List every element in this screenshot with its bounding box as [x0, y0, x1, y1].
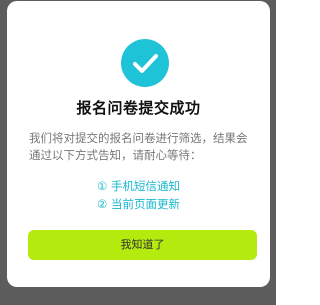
- notification-methods: ① 手机短信通知 ② 当前页面更新: [7, 177, 270, 213]
- check-circle-icon: [121, 39, 169, 87]
- confirm-button[interactable]: 我知道了: [28, 230, 257, 260]
- method-page-update: ② 当前页面更新: [97, 197, 180, 211]
- dialog-title: 报名问卷提交成功: [76, 99, 201, 117]
- dialog-description: 我们将对提交的报名问卷进行筛选，结果会通过以下方式告知，请耐心等待：: [29, 131, 248, 162]
- success-dialog: 报名问卷提交成功 我们将对提交的报名问卷进行筛选，结果会通过以下方式告知，请耐心…: [7, 1, 270, 287]
- method-sms: ① 手机短信通知: [97, 179, 180, 193]
